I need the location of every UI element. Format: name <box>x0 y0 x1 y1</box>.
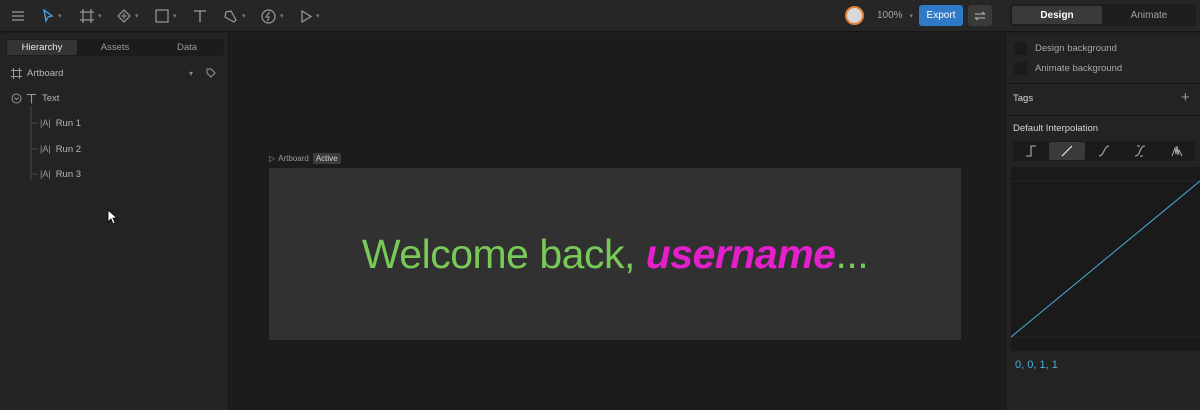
text-run-ellipsis: ... <box>835 230 869 277</box>
ease-curve-icon <box>1134 145 1146 157</box>
mode-switch: Design Animate <box>1010 4 1196 26</box>
chevron-down-icon: ▾ <box>242 13 246 20</box>
chevron-down-icon: ▾ <box>316 13 320 20</box>
interpolation-selector <box>1013 141 1195 161</box>
tab-animate[interactable]: Animate <box>1104 6 1194 24</box>
menu-icon[interactable] <box>11 0 25 32</box>
tree-item-run-2[interactable]: |A| Run 2 <box>40 141 81 157</box>
text-run-username: username <box>645 230 836 277</box>
design-background-label: Design background <box>1035 42 1117 54</box>
animate-background-label: Animate background <box>1035 62 1123 74</box>
tree-item-text[interactable]: Text <box>11 90 59 106</box>
welcome-text[interactable]: Welcome back, username... <box>361 230 869 278</box>
user-avatar[interactable] <box>845 6 864 25</box>
chevron-down-icon: ▾ <box>909 13 913 20</box>
swap-button[interactable] <box>968 5 992 26</box>
tab-design[interactable]: Design <box>1012 6 1102 24</box>
text-run-icon: |A| <box>40 169 51 179</box>
events-tool-button[interactable]: ▾ <box>261 0 284 32</box>
tree-item-run-1[interactable]: |A| Run 1 <box>40 115 81 131</box>
text-run-plain: Welcome back, <box>361 230 646 277</box>
zoom-value: 100% <box>877 10 903 21</box>
mouse-cursor-icon <box>107 209 119 225</box>
curve-graph[interactable] <box>1010 167 1200 351</box>
interp-elastic-button[interactable] <box>1159 142 1195 160</box>
interp-hold-button[interactable] <box>1013 142 1049 160</box>
chevron-down-icon: ▾ <box>173 13 177 20</box>
chevron-down-icon: ▾ <box>98 13 102 20</box>
interpolation-title: Default Interpolation <box>1013 123 1099 134</box>
bones-tool-button[interactable]: ▾ <box>117 0 139 32</box>
play-icon <box>301 9 312 23</box>
tree-item-run-3[interactable]: |A| Run 3 <box>40 166 81 182</box>
export-button[interactable]: Export <box>919 5 963 26</box>
tree-item-label: Run 1 <box>55 117 82 129</box>
hierarchy-panel: Hierarchy Assets Data Artboard ▾ Text |A… <box>0 33 229 410</box>
shape-tool-button[interactable]: ▾ <box>155 0 177 32</box>
play-button[interactable]: ▾ <box>300 0 320 32</box>
toolbar: ▾ ▾ ▾ ▾ ▾ ▾ ▾ 100% ▾ Export Design Anima… <box>0 0 1200 32</box>
interpolation-curve-line <box>1010 180 1200 338</box>
active-badge: Active <box>312 153 341 164</box>
inspector-panel: Design background Animate background Tag… <box>1005 33 1200 410</box>
rectangle-icon <box>155 9 169 23</box>
pen-icon <box>224 10 237 23</box>
text-tool-button[interactable] <box>193 0 207 32</box>
chevron-down-icon: ▾ <box>280 13 284 20</box>
play-icon[interactable]: ▷ <box>269 154 275 163</box>
add-tag-plus-icon[interactable]: + <box>1181 89 1190 106</box>
diamond-grid-icon <box>117 9 131 23</box>
curve-values[interactable]: 0, 0, 1, 1 <box>1015 359 1058 371</box>
elastic-curve-icon <box>1171 145 1183 157</box>
swap-arrows-icon <box>974 11 986 20</box>
collapse-icon[interactable] <box>11 93 22 104</box>
pen-tool-button[interactable]: ▾ <box>224 0 246 32</box>
artboard-tool-button[interactable]: ▾ <box>80 0 102 32</box>
interp-linear-button[interactable] <box>1049 142 1085 160</box>
chevron-down-icon: ▾ <box>58 13 62 20</box>
tree-item-label: Run 3 <box>55 168 82 180</box>
interp-ease-button[interactable] <box>1122 142 1158 160</box>
text-run-icon: |A| <box>40 144 51 154</box>
divider <box>1006 83 1200 84</box>
artboard-name: Artboard <box>278 154 309 163</box>
cubic-curve-icon <box>1098 145 1110 157</box>
lightning-icon <box>261 8 276 24</box>
tree-item-label: Text <box>42 92 60 104</box>
text-icon <box>27 93 36 103</box>
linear-curve-icon <box>1061 145 1073 157</box>
artboard-header[interactable]: ▷ Artboard Active <box>269 153 341 164</box>
animate-background-row[interactable]: Animate background <box>1014 61 1122 75</box>
zoom-dropdown[interactable]: 100% ▾ <box>877 10 913 21</box>
design-background-swatch[interactable] <box>1014 41 1027 55</box>
artboard[interactable]: Welcome back, username... <box>269 168 961 340</box>
frame-icon <box>80 9 94 23</box>
design-background-row[interactable]: Design background <box>1014 41 1117 55</box>
select-tool-button[interactable]: ▾ <box>42 0 62 32</box>
tags-label: Tags <box>1013 93 1034 104</box>
hold-curve-icon <box>1026 145 1036 157</box>
divider <box>1006 115 1200 116</box>
chevron-down-icon: ▾ <box>135 13 139 20</box>
animate-background-swatch[interactable] <box>1014 61 1027 75</box>
text-run-icon: |A| <box>40 118 51 128</box>
curve-plot <box>1010 180 1200 338</box>
interp-cubic-button[interactable] <box>1086 142 1122 160</box>
tree-item-label: Run 2 <box>55 143 82 155</box>
text-icon <box>194 10 206 22</box>
cursor-arrow-icon <box>43 9 54 23</box>
